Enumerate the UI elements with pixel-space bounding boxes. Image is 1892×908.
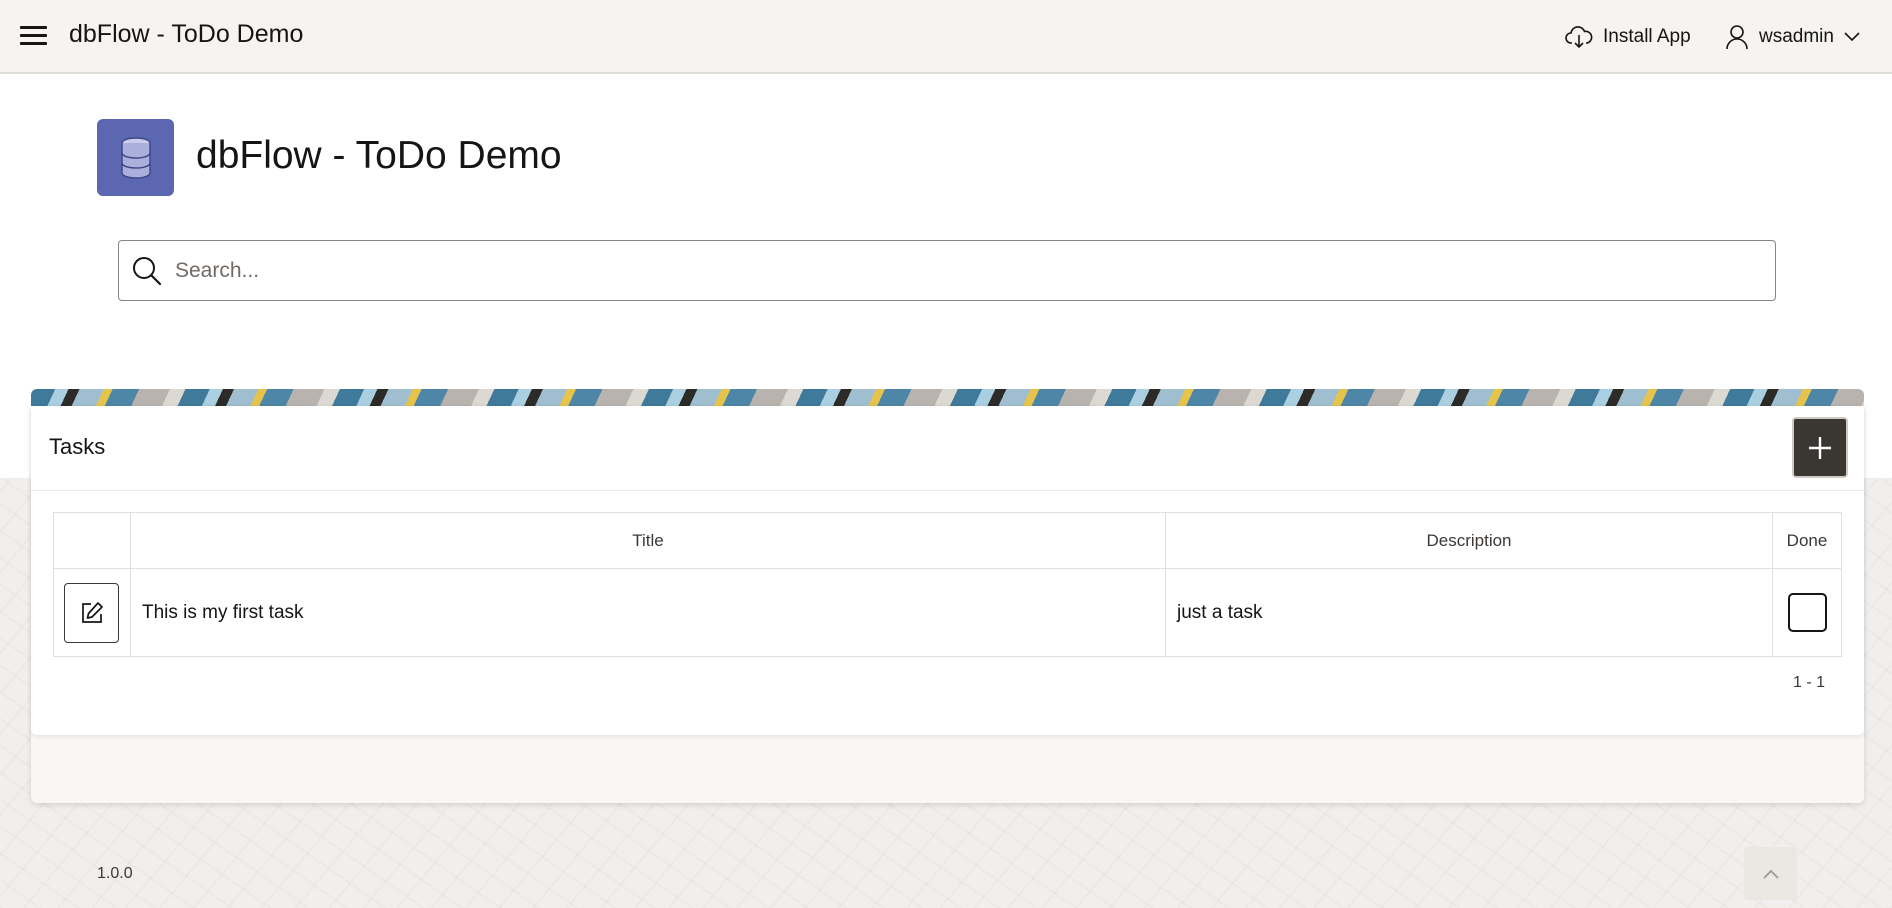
install-app-button[interactable]: Install App [1565,22,1691,52]
tasks-region: Tasks Title Description Done This is my … [31,406,1864,803]
hamburger-menu-icon[interactable] [20,26,47,46]
done-checkbox[interactable] [1787,593,1827,632]
user-menu[interactable]: wsadmin [1725,22,1860,52]
column-header-title[interactable]: Title [130,512,1166,569]
chevron-down-icon [1844,32,1860,42]
edit-task-button[interactable] [64,582,119,643]
top-navigation-bar: dbFlow - ToDo Demo Install App wsadmin [0,0,1892,74]
column-header-done[interactable]: Done [1772,512,1842,569]
tasks-table: Title Description Done This is my first … [53,512,1842,657]
install-app-label: Install App [1603,26,1691,47]
task-done-cell [1772,568,1842,657]
region-title: Tasks [49,434,106,459]
edit-cell [53,568,131,657]
plus-icon [1809,436,1831,459]
column-header-description[interactable]: Description [1165,512,1773,569]
user-name: wsadmin [1759,26,1834,47]
table-row: This is my first task just a task [53,568,1842,657]
region-decorative-band [31,389,1864,406]
task-description-cell: just a task [1165,568,1773,657]
database-icon [120,136,151,179]
column-header-edit [53,512,131,569]
user-icon [1726,25,1748,50]
divider [31,490,1864,491]
chevron-up-icon [1762,869,1779,879]
cloud-download-icon [1565,26,1593,49]
app-version: 1.0.0 [97,865,133,882]
pagination-info: 1 - 1 [1793,674,1826,691]
table-header-row: Title Description Done [53,512,1842,569]
search-input[interactable] [175,241,1765,300]
tasks-region-body: Tasks Title Description Done This is my … [31,406,1864,735]
app-logo [97,119,174,196]
scroll-to-top-button[interactable] [1744,847,1797,900]
search-icon [133,257,162,286]
app-title[interactable]: dbFlow - ToDo Demo [69,20,303,49]
search-box [118,240,1776,301]
add-task-button[interactable] [1792,417,1848,478]
task-title-cell: This is my first task [130,568,1166,657]
page-title: dbFlow - ToDo Demo [196,134,562,177]
edit-pencil-icon [81,601,103,623]
